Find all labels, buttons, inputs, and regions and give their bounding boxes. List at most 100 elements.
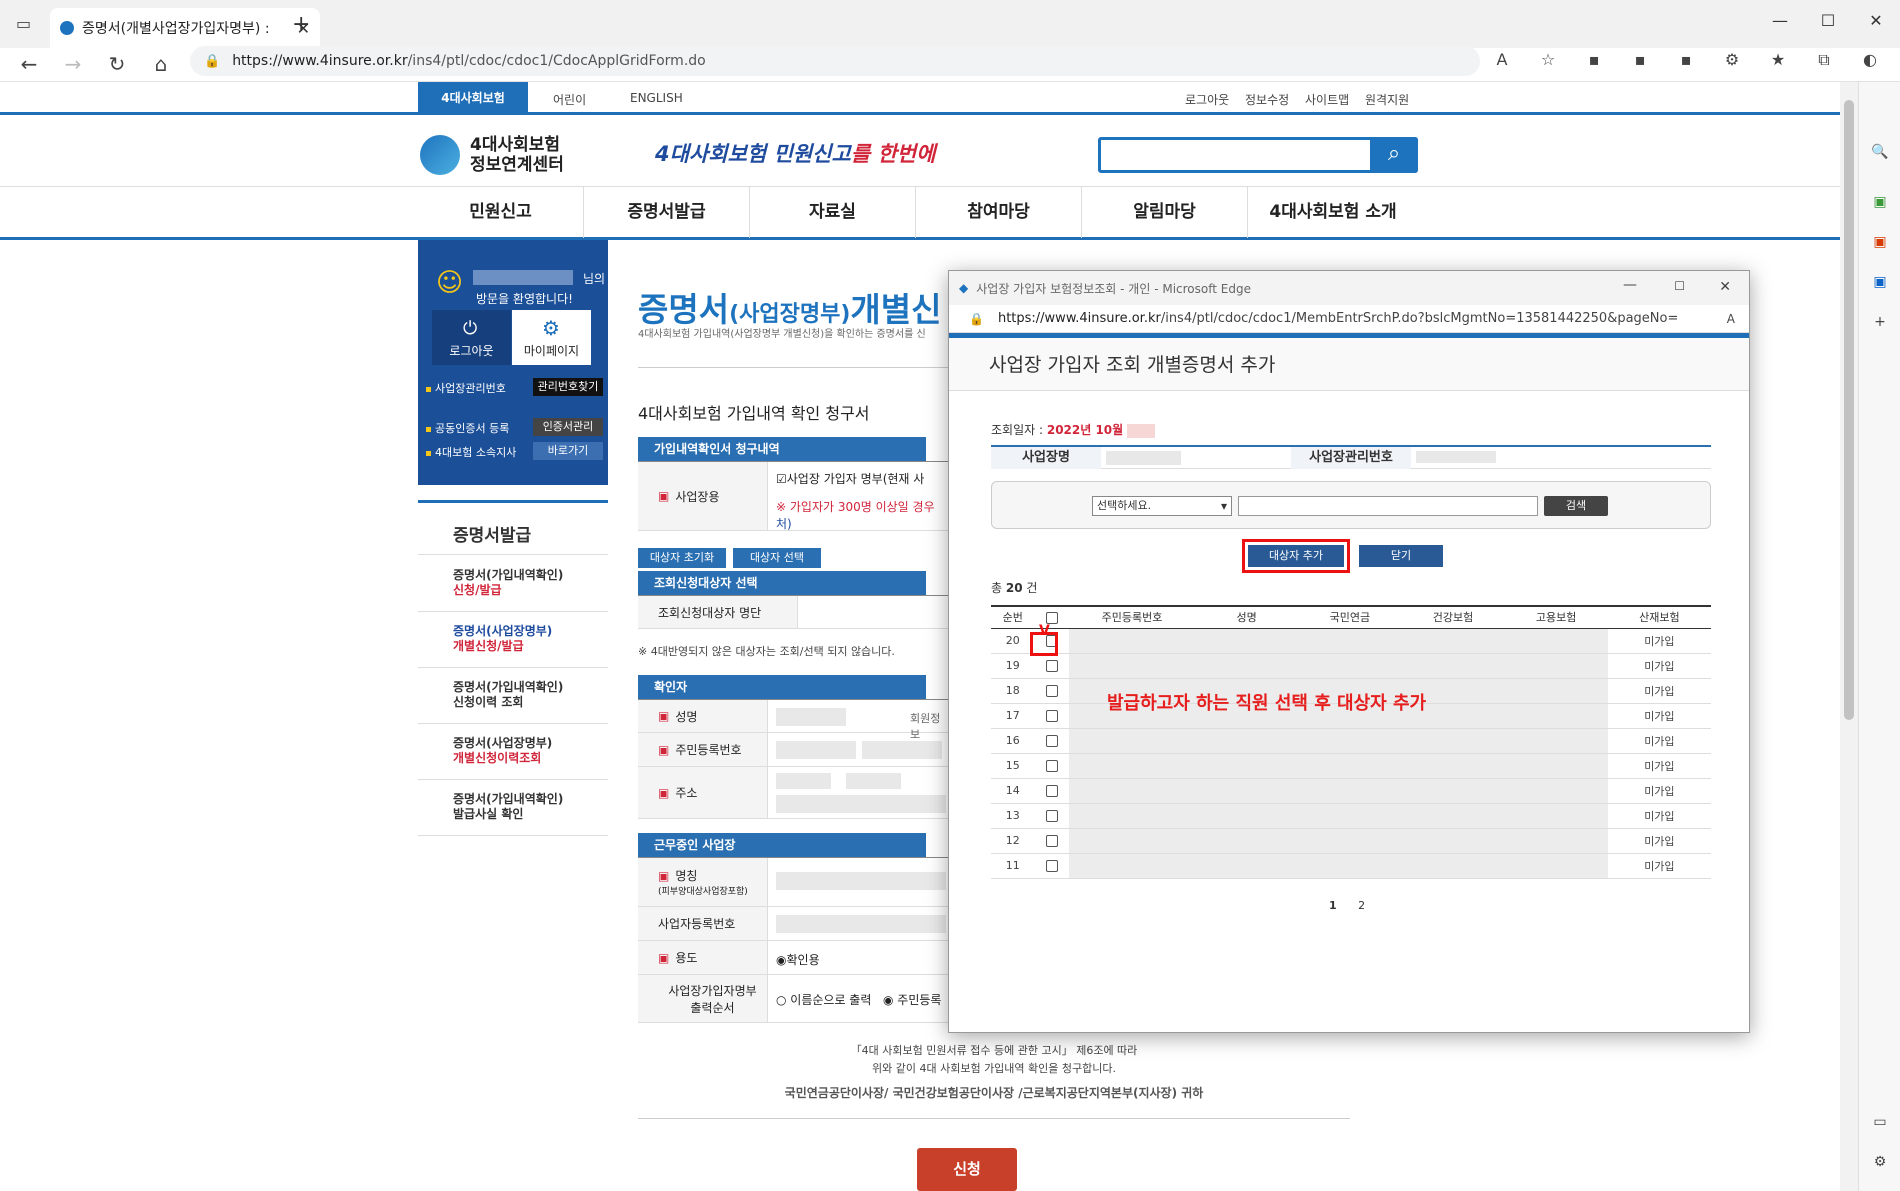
extensions-icon[interactable]: ⚙ <box>1720 50 1744 70</box>
row-no: 19 <box>991 653 1035 679</box>
office-icon[interactable]: ▣ <box>1870 232 1890 252</box>
row-checkbox[interactable] <box>1034 728 1069 754</box>
maximize-icon[interactable]: ☐ <box>1804 0 1852 42</box>
browser-tab[interactable]: 증명서(개별사업장가입자명부) : ✕ <box>50 8 320 48</box>
page-link[interactable]: 2 <box>1358 899 1365 912</box>
row-checkbox[interactable] <box>1034 828 1069 854</box>
purpose-radio[interactable]: ◉확인용 <box>776 951 820 968</box>
cert-manage-button[interactable]: 인증서관리 <box>533 418 603 436</box>
table-row[interactable]: 20 미가입 <box>991 628 1711 654</box>
sidebar-layout-icon[interactable]: ▭ <box>1870 1112 1890 1132</box>
table-row[interactable]: 13 미가입 <box>991 803 1711 829</box>
nav-item-resources[interactable]: 자료실 <box>750 187 916 238</box>
branch-shortcut-button[interactable]: 바로가기 <box>533 442 603 460</box>
popup-close-icon[interactable]: ✕ <box>1719 279 1731 295</box>
table-row[interactable]: 14 미가입 <box>991 778 1711 804</box>
reset-target-button[interactable]: 대상자 초기화 <box>638 548 726 568</box>
search-icon[interactable]: ⌕ <box>1370 137 1418 173</box>
site-search-input[interactable]: ⌕ <box>1098 137 1418 173</box>
nav-item-participation[interactable]: 참여마당 <box>916 187 1082 238</box>
table-row[interactable]: 16 미가입 <box>991 728 1711 754</box>
side-menu-item[interactable]: 증명서(가입내역확인) 신청이력 조회 <box>418 668 608 724</box>
extension-3-icon[interactable]: ▪ <box>1674 50 1698 70</box>
order-radio-rrn[interactable]: ◉ 주민등록 <box>883 991 941 1008</box>
order-radio-name[interactable]: ○ 이름순으로 출력 <box>776 991 871 1008</box>
favorites-icon[interactable]: ★ <box>1766 50 1790 70</box>
extension-2-icon[interactable]: ▪ <box>1628 50 1652 70</box>
close-window-icon[interactable]: ✕ <box>1852 0 1900 42</box>
top-link-english[interactable]: ENGLISH <box>630 91 683 105</box>
popup-close-button[interactable]: 닫기 <box>1359 545 1443 567</box>
row-checkbox[interactable] <box>1034 678 1069 704</box>
row-no: 12 <box>991 828 1035 854</box>
extension-1-icon[interactable]: ▪ <box>1582 50 1606 70</box>
mypage-button[interactable]: ⚙ 마이페이지 <box>512 310 591 365</box>
search-keyword-input[interactable] <box>1238 496 1538 516</box>
nav-item-certificate[interactable]: 증명서발급 <box>584 187 750 238</box>
page-link[interactable]: 1 <box>1329 899 1337 912</box>
table-row[interactable]: 15 미가입 <box>991 753 1711 779</box>
row-status: 미가입 <box>1607 728 1711 754</box>
find-mgmt-no-button[interactable]: 관리번호찾기 <box>533 378 603 396</box>
add-favorite-icon[interactable]: ☆ <box>1536 50 1560 70</box>
search-type-select[interactable]: 선택하세요. <box>1092 496 1232 516</box>
row-checkbox[interactable] <box>1034 778 1069 804</box>
submit-button[interactable]: 신청 <box>917 1148 1017 1191</box>
scroll-thumb[interactable] <box>1844 100 1854 720</box>
row-status: 미가입 <box>1607 828 1711 854</box>
read-aloud-icon[interactable]: A <box>1490 50 1514 70</box>
popup-url-bar[interactable]: 🔒 https://www.4insure.or.kr/ins4/ptl/cdo… <box>949 305 1749 333</box>
read-aloud-icon[interactable]: A <box>1727 312 1735 326</box>
popup-minimize-icon[interactable]: — <box>1623 277 1637 293</box>
usage-checkbox[interactable]: ☑사업장 가입자 명부(현재 사 <box>776 470 924 487</box>
select-target-button[interactable]: 대상자 선택 <box>733 548 821 568</box>
nav-item-complaint[interactable]: 민원신고 <box>418 187 584 238</box>
minimize-icon[interactable]: — <box>1756 0 1804 42</box>
top-link-kids[interactable]: 어린이 <box>553 91 586 108</box>
edge-icon[interactable]: ◐ <box>1858 50 1882 70</box>
search-icon[interactable]: 🔍 <box>1870 142 1890 162</box>
back-icon[interactable]: ← <box>14 52 44 76</box>
sidebar-toggle-icon[interactable]: ▭ <box>16 14 31 33</box>
row-checkbox[interactable] <box>1034 803 1069 829</box>
new-tab-icon[interactable]: + <box>292 12 310 37</box>
popup-url-path: /ins4/ptl/cdoc/cdoc1/MembEntrSrchP.do?bs… <box>1160 311 1679 326</box>
page-scrollbar[interactable] <box>1840 82 1858 1191</box>
top-link-remote[interactable]: 원격지원 <box>1365 91 1409 108</box>
top-tab-4insure[interactable]: 4대사회보험 <box>418 82 528 115</box>
table-row[interactable]: 19 미가입 <box>991 653 1711 679</box>
row-checkbox[interactable] <box>1034 853 1069 879</box>
table-row[interactable]: 11 미가입 <box>991 853 1711 879</box>
settings-gear-icon[interactable]: ⚙ <box>1870 1152 1890 1172</box>
url-field[interactable]: 🔒 https://www.4insure.or.kr/ins4/ptl/cdo… <box>190 46 1480 76</box>
row-checkbox[interactable] <box>1034 653 1069 679</box>
order-row: 사업장가입자명부 출력순서 ○ 이름순으로 출력 ◉ 주민등록 <box>638 975 948 1023</box>
popup-search-button[interactable]: 검색 <box>1544 496 1608 516</box>
logo-mark-icon <box>420 135 460 175</box>
nav-item-notice[interactable]: 알림마당 <box>1082 187 1248 238</box>
logout-button[interactable]: ⏻ 로그아웃 <box>432 310 511 365</box>
outlook-icon[interactable]: ▣ <box>1870 272 1890 292</box>
side-menu-item[interactable]: 증명서(사업장명부) 개별신청/발급 <box>418 612 608 668</box>
top-link-edit-info[interactable]: 정보수정 <box>1245 91 1289 108</box>
collections-icon[interactable]: ⧉ <box>1812 50 1836 70</box>
shopping-icon[interactable]: ▣ <box>1870 192 1890 212</box>
row-checkbox[interactable] <box>1034 703 1069 729</box>
site-logo[interactable]: 4대사회보험 정보연계센터 <box>420 135 564 175</box>
side-menu-item[interactable]: 증명서(가입내역확인) 발급사실 확인 <box>418 780 608 836</box>
nav-item-about[interactable]: 4대사회보험 소개 <box>1248 187 1418 238</box>
side-menu-item[interactable]: 증명서(사업장명부) 개별신청이력조회 <box>418 724 608 780</box>
add-app-icon[interactable]: + <box>1870 312 1890 332</box>
home-icon[interactable]: ⌂ <box>146 52 176 76</box>
refresh-icon[interactable]: ↻ <box>102 52 132 76</box>
top-link-logout[interactable]: 로그아웃 <box>1185 91 1229 108</box>
forward-icon[interactable]: → <box>58 52 88 76</box>
address-label: ▣ 주소 <box>638 767 768 818</box>
top-link-sitemap[interactable]: 사이트맵 <box>1305 91 1349 108</box>
lock-icon: 🔒 <box>204 53 221 69</box>
table-row[interactable]: 12 미가입 <box>991 828 1711 854</box>
row-checkbox[interactable] <box>1034 753 1069 779</box>
add-target-button[interactable]: 대상자 추가 <box>1248 545 1344 567</box>
side-menu-item[interactable]: 증명서(가입내역확인) 신청/발급 <box>418 556 608 612</box>
popup-maximize-icon[interactable]: ☐ <box>1674 279 1685 293</box>
